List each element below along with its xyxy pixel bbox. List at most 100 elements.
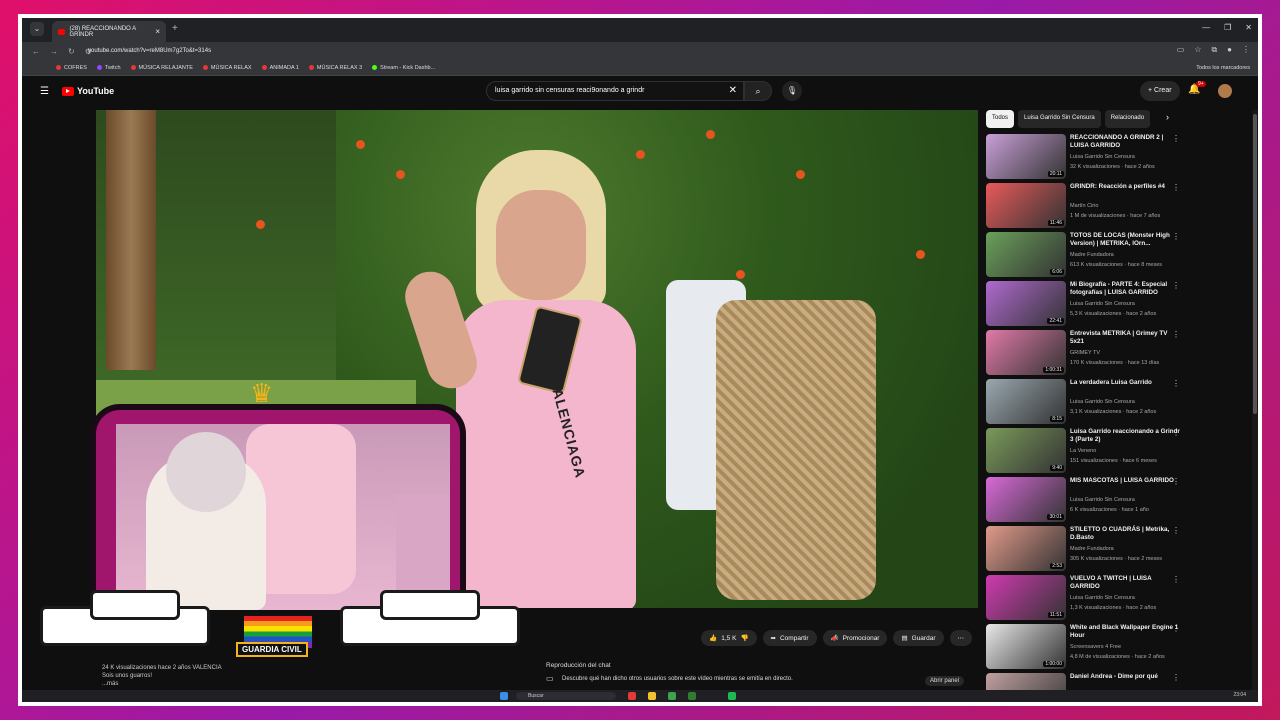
video-thumbnail[interactable]: 1:00:00 (986, 624, 1066, 669)
related-video[interactable]: 6:06 TOTOS DE LOCAS (Monster High Version… (986, 232, 1186, 278)
video-channel[interactable]: GRIMEY TV (1070, 350, 1100, 356)
profile-icon[interactable]: ● (1227, 45, 1232, 55)
minimize-icon[interactable]: — (1202, 23, 1210, 32)
windows-start-icon[interactable] (500, 692, 508, 700)
more-actions-icon[interactable]: ⋯ (949, 630, 972, 646)
video-thumbnail[interactable]: 20:11 (986, 134, 1066, 179)
video-thumbnail[interactable]: 1:00:31 (986, 330, 1066, 375)
save-button[interactable]: ▤ Guardar (893, 630, 944, 646)
related-video[interactable]: 20:11 REACCIONANDO A GRINDR 2 | LUISA GAR… (986, 134, 1186, 180)
video-menu-icon[interactable]: ⋮ (1172, 575, 1180, 584)
video-channel[interactable]: Luisa Garrido Sin Censura (1070, 595, 1135, 601)
video-channel[interactable]: Luisa Garrido Sin Censura (1070, 497, 1135, 503)
video-thumbnail[interactable]: 8:15 (986, 379, 1066, 424)
thumbs-down-icon[interactable]: 👎 (740, 634, 748, 642)
back-icon[interactable]: ← (32, 47, 40, 56)
close-window-icon[interactable]: ✕ (1245, 23, 1252, 32)
clear-search-icon[interactable]: ✕ (729, 82, 737, 100)
video-title[interactable]: Luisa Garrido reaccionando a Grindr 3 (P… (1070, 428, 1180, 444)
video-menu-icon[interactable]: ⋮ (1172, 281, 1180, 290)
search-button[interactable]: ⌕ (744, 81, 772, 101)
url-field[interactable]: youtube.com/watch?v=reM8Um7g2To&t=314s (88, 44, 211, 58)
chevron-right-icon[interactable]: › (1166, 112, 1169, 122)
video-thumbnail[interactable]: 30:01 (986, 477, 1066, 522)
account-avatar[interactable] (1218, 84, 1232, 98)
bookmark-item[interactable]: MÚSICA RELAX 3 (308, 65, 362, 71)
bookmark-item[interactable]: MÚSICA RELAX (202, 65, 252, 71)
filter-chip[interactable]: Todos (986, 110, 1015, 128)
reload-icon[interactable]: ↻ (68, 47, 75, 56)
description-box[interactable]: 24 K visualizaciones hace 2 años VALENCI… (102, 664, 222, 688)
related-video[interactable]: 9:40 Luisa Garrido reaccionando a Grindr … (986, 428, 1186, 474)
related-video[interactable]: 1:00:31 Entrevista METRIKA | Grimey TV 5x… (986, 330, 1186, 376)
menu-icon[interactable]: ☰ (40, 86, 49, 97)
bookmark-item[interactable]: COFRES (56, 65, 87, 71)
new-tab-icon[interactable]: + (172, 23, 178, 34)
maximize-icon[interactable]: ❐ (1224, 23, 1231, 32)
folder-icon[interactable] (648, 692, 656, 700)
open-chat-button[interactable]: Abrir panel (924, 676, 964, 686)
forward-icon[interactable]: → (50, 47, 58, 56)
app-icon[interactable] (628, 692, 636, 700)
youtube-logo[interactable]: YouTube (62, 86, 114, 96)
like-button[interactable]: 👍 1,5 K 👎 (701, 630, 757, 646)
promote-button[interactable]: 📣 Promocionar (822, 630, 888, 646)
video-channel[interactable]: Luisa Garrido Sin Censura (1070, 399, 1135, 405)
filter-chip[interactable]: Luisa Garrido Sin Censura (1018, 110, 1101, 128)
related-video[interactable]: 1:00:00 White and Black Wallpaper Engine … (986, 624, 1186, 670)
video-thumbnail[interactable]: 9:40 (986, 428, 1066, 473)
video-channel[interactable]: La Veneno (1070, 448, 1096, 454)
related-video[interactable]: 2:53 STILETTO O CUADRÁS | Metrika, D.Bast… (986, 526, 1186, 572)
tab-search-icon[interactable]: ⌄ (30, 22, 44, 36)
video-title[interactable]: La verdadera Luisa Garrido (1070, 379, 1180, 387)
video-title[interactable]: GRINDR: Reacción a perfiles #4 (1070, 183, 1180, 191)
video-thumbnail[interactable]: 11:51 (986, 575, 1066, 620)
extensions-icon[interactable]: ⧉ (1211, 45, 1217, 55)
video-title[interactable]: Entrevista METRIKA | Grimey TV 5x21 (1070, 330, 1180, 346)
video-title[interactable]: STILETTO O CUADRÁS | Metrika, D.Basto (1070, 526, 1180, 542)
close-tab-icon[interactable]: × (155, 27, 160, 36)
video-menu-icon[interactable]: ⋮ (1172, 330, 1180, 339)
video-menu-icon[interactable]: ⋮ (1172, 428, 1180, 437)
related-video[interactable]: 30:01 MIS MASCOTAS | LUISA GARRIDO Luisa G… (986, 477, 1186, 523)
video-channel[interactable]: Madre Fundadora (1070, 252, 1114, 258)
all-bookmarks-link[interactable]: Todos los marcadores (1196, 65, 1250, 71)
more-link[interactable]: ...más (102, 680, 222, 688)
video-title[interactable]: Mi Biografía - PARTE 4: Especial fotogra… (1070, 281, 1180, 297)
spotify-icon[interactable] (728, 692, 736, 700)
video-title[interactable]: MIS MASCOTAS | LUISA GARRIDO (1070, 477, 1180, 485)
video-menu-icon[interactable]: ⋮ (1172, 477, 1180, 486)
bookmark-item[interactable]: Stream - Kick Dashb... (372, 65, 435, 71)
scrollbar-thumb[interactable] (1253, 114, 1257, 414)
taskbar-search[interactable]: Buscar (516, 692, 616, 700)
video-channel[interactable]: Luisa Garrido Sin Censura (1070, 301, 1135, 307)
related-video[interactable]: 8:15 La verdadera Luisa Garrido Luisa Garr… (986, 379, 1186, 425)
video-thumbnail[interactable]: 11:46 (986, 183, 1066, 228)
tab-active[interactable]: (28) REACCIONANDO A GRINDR × (52, 21, 166, 42)
search-input[interactable]: luisa garrido sin censuras reaci9onando … (486, 81, 744, 101)
share-button[interactable]: ➦ Compartir (762, 630, 817, 646)
bookmark-item[interactable]: Twitch (96, 65, 121, 71)
menu-dots-icon[interactable]: ⋮ (1242, 45, 1250, 55)
video-menu-icon[interactable]: ⋮ (1172, 624, 1180, 633)
video-thumbnail[interactable]: 6:06 (986, 232, 1066, 277)
page-scrollbar[interactable] (1252, 110, 1258, 702)
related-video[interactable]: 22:41 Mi Biografía - PARTE 4: Especial fo… (986, 281, 1186, 327)
related-video[interactable]: 11:51 VUELVO A TWITCH | LUISA GARRIDO Luis… (986, 575, 1186, 621)
video-menu-icon[interactable]: ⋮ (1172, 183, 1180, 192)
bookmark-item[interactable]: ANIMADA 1 (261, 65, 299, 71)
video-title[interactable]: VUELVO A TWITCH | LUISA GARRIDO (1070, 575, 1180, 591)
video-title[interactable]: REACCIONANDO A GRINDR 2 | LUISA GARRIDO (1070, 134, 1180, 150)
cast-icon[interactable]: ▭ (1177, 45, 1185, 55)
video-menu-icon[interactable]: ⋮ (1172, 134, 1180, 143)
video-title[interactable]: Daniel Andrea - Dime por qué (1070, 673, 1180, 681)
xbox-icon[interactable] (688, 692, 696, 700)
create-button[interactable]: + Crear (1140, 81, 1180, 101)
video-title[interactable]: White and Black Wallpaper Engine 1 Hour (1070, 624, 1180, 640)
bookmark-item[interactable]: MÚSICA RELAJANTE (130, 65, 193, 71)
video-menu-icon[interactable]: ⋮ (1172, 673, 1180, 682)
video-title[interactable]: TOTOS DE LOCAS (Monster High Version) | … (1070, 232, 1180, 248)
video-menu-icon[interactable]: ⋮ (1172, 232, 1180, 241)
video-channel[interactable]: Madre Fundadora (1070, 546, 1114, 552)
related-video[interactable]: 11:46 GRINDR: Reacción a perfiles #4 Martí… (986, 183, 1186, 229)
